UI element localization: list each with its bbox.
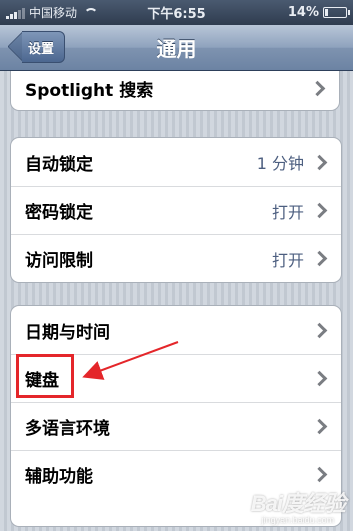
- back-button-overlay[interactable]: 设置: [7, 30, 66, 63]
- page-title-overlay: 通用: [156, 36, 197, 61]
- watermark-url: jingyan.baidu.com: [261, 515, 335, 525]
- back-button-label: 设置: [22, 31, 66, 63]
- watermark-logo: Bai度经验: [250, 491, 346, 516]
- navigation-bar-content: 设置 通用: [0, 25, 353, 69]
- annotation-arrow: [82, 341, 179, 380]
- watermark: Bai度经验 jingyan.baidu.com: [250, 486, 346, 525]
